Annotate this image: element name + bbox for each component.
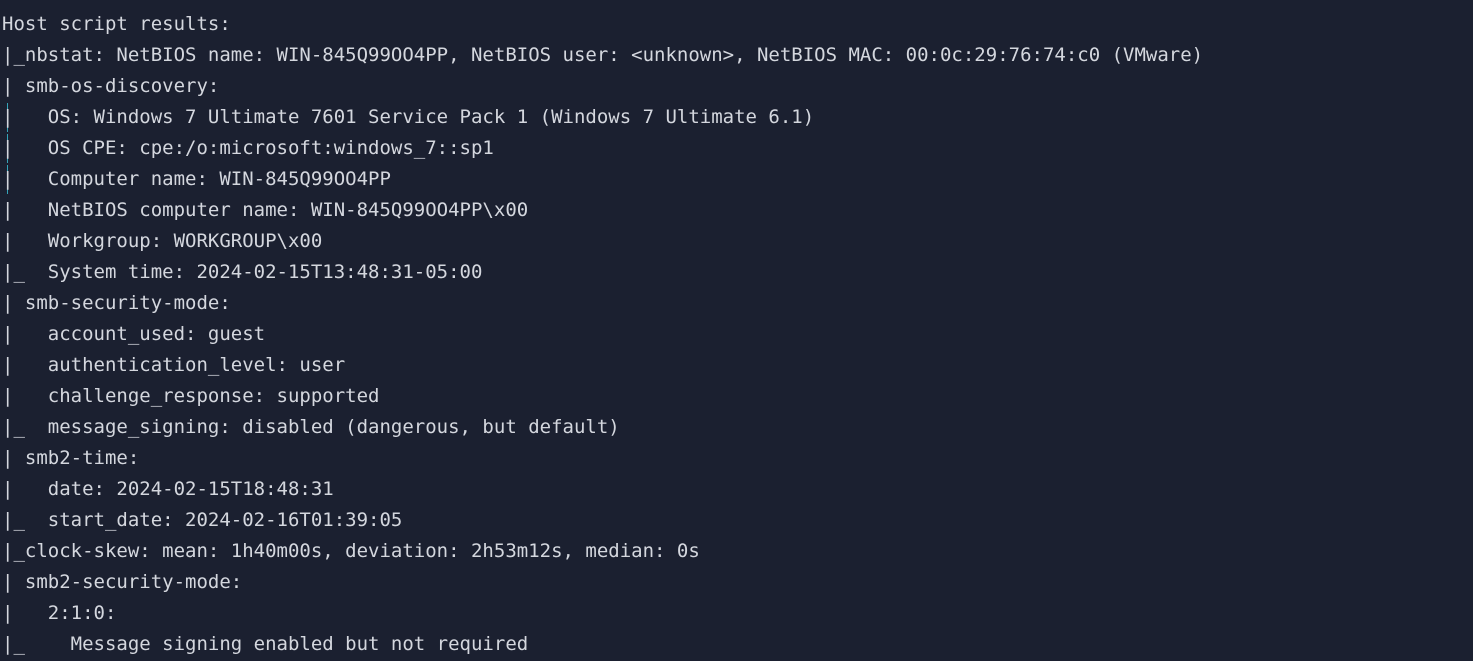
terminal-line: | smb-security-mode:	[0, 288, 1473, 319]
line-text: | account_used: guest	[2, 323, 266, 345]
terminal-line: | OS CPE: cpe:/o:microsoft:windows_7::sp…	[0, 133, 1473, 164]
terminal-output[interactable]: Host script results: |_nbstat: NetBIOS n…	[0, 0, 1473, 661]
terminal-line: |_ start_date: 2024-02-16T01:39:05	[0, 505, 1473, 536]
line-text: |_ start_date: 2024-02-16T01:39:05	[2, 509, 403, 531]
terminal-line: | smb2-security-mode:	[0, 567, 1473, 598]
terminal-line: | Workgroup: WORKGROUP\x00	[0, 226, 1473, 257]
line-text: | OS: Windows 7 Ultimate 7601 Service Pa…	[2, 106, 815, 128]
line-text: | OS CPE: cpe:/o:microsoft:windows_7::sp…	[2, 137, 494, 159]
line-text: | date: 2024-02-15T18:48:31	[2, 478, 334, 500]
terminal-line: |_ message_signing: disabled (dangerous,…	[0, 412, 1473, 443]
terminal-line: | 2:1:0:	[0, 598, 1473, 629]
terminal-line: | NetBIOS computer name: WIN-845Q99OO4PP…	[0, 195, 1473, 226]
terminal-line: |_ Message signing enabled but not requi…	[0, 629, 1473, 660]
line-text: | 2:1:0:	[2, 602, 117, 624]
line-text: | NetBIOS computer name: WIN-845Q99OO4PP…	[2, 199, 529, 221]
terminal-line: | date: 2024-02-15T18:48:31	[0, 474, 1473, 505]
line-text: |_nbstat: NetBIOS name: WIN-845Q99OO4PP,…	[2, 44, 1204, 66]
line-text: | smb-os-discovery:	[2, 75, 220, 97]
line-text: | smb2-time:	[2, 447, 140, 469]
line-text: |_ System time: 2024-02-15T13:48:31-05:0…	[2, 261, 483, 283]
terminal-line: | authentication_level: user	[0, 350, 1473, 381]
terminal-line: |_clock-skew: mean: 1h40m00s, deviation:…	[0, 536, 1473, 567]
line-text: | Workgroup: WORKGROUP\x00	[2, 230, 323, 252]
terminal-line: |_ System time: 2024-02-15T13:48:31-05:0…	[0, 257, 1473, 288]
line-text: | Computer name: WIN-845Q99OO4PP	[2, 168, 391, 190]
line-text: Host script results:	[2, 13, 231, 35]
terminal-line: | smb-os-discovery:	[0, 71, 1473, 102]
line-text: | smb2-security-mode:	[2, 571, 243, 593]
terminal-line: Host script results:	[0, 9, 1473, 40]
terminal-line: | Computer name: WIN-845Q99OO4PP	[0, 164, 1473, 195]
terminal-line: |_nbstat: NetBIOS name: WIN-845Q99OO4PP,…	[0, 40, 1473, 71]
terminal-line: | challenge_response: supported	[0, 381, 1473, 412]
line-text: | authentication_level: user	[2, 354, 346, 376]
line-text: |_ message_signing: disabled (dangerous,…	[2, 416, 620, 438]
line-text: | challenge_response: supported	[2, 385, 380, 407]
terminal-line: | account_used: guest	[0, 319, 1473, 350]
terminal-line: | OS: Windows 7 Ultimate 7601 Service Pa…	[0, 102, 1473, 133]
terminal-line: | smb2-time:	[0, 443, 1473, 474]
line-text: |_clock-skew: mean: 1h40m00s, deviation:…	[2, 540, 700, 562]
line-text: |_ Message signing enabled but not requi…	[2, 633, 529, 655]
line-text: | smb-security-mode:	[2, 292, 231, 314]
